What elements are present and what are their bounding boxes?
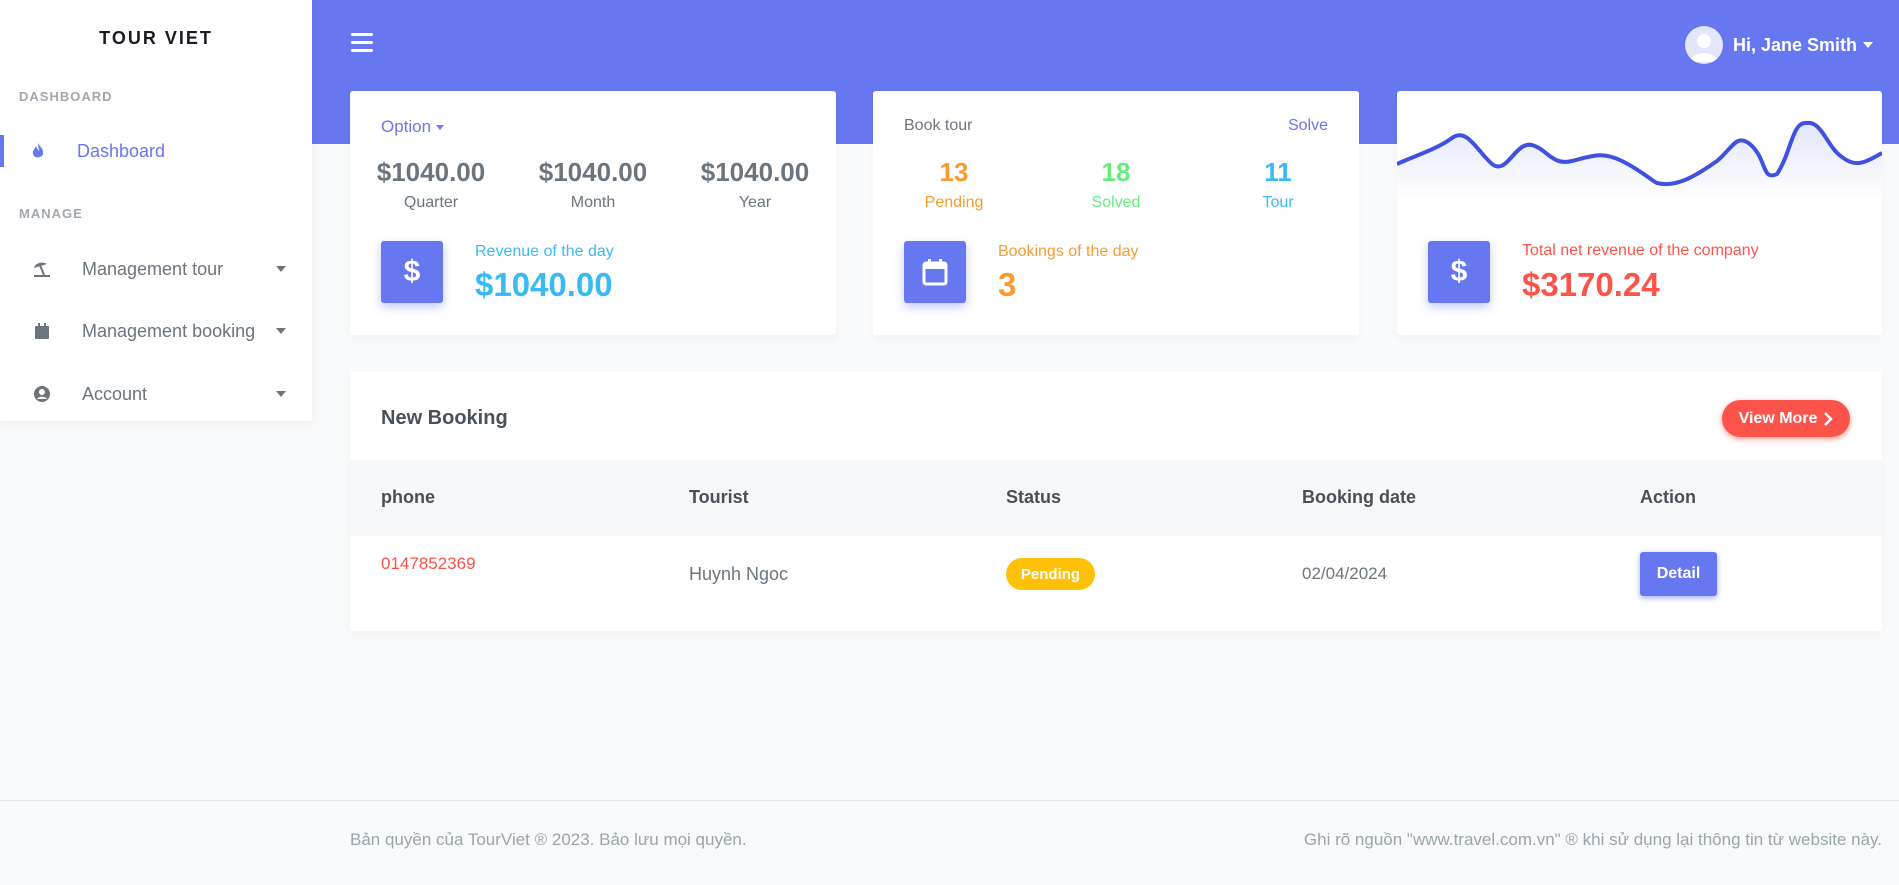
column-header-tourist: Tourist	[689, 487, 749, 507]
table-header: phone Tourist Status Booking date Action	[350, 460, 1882, 536]
stat-tour-label: Tour	[1262, 194, 1294, 211]
sidebar-item-label: Management tour	[82, 258, 224, 279]
solve-link[interactable]: Solve	[1288, 117, 1328, 135]
booking-card: Book tour Solve 13 Pending 18 Solved 11 …	[873, 91, 1359, 335]
user-circle-icon	[32, 384, 52, 404]
sparkline	[1397, 121, 1882, 201]
column-header-phone: phone	[381, 487, 435, 507]
cell-tourist: Huynh Ngoc	[689, 564, 789, 584]
view-more-label: View More	[1738, 409, 1818, 427]
sidebar-item-label: Dashboard	[77, 140, 166, 161]
stat-tour-value: 11	[1264, 157, 1292, 187]
footer: Bản quyền của TourViet ® 2023. Bảo lưu m…	[0, 800, 1899, 885]
revenue-card: Option $1040.00 Quarter $1040.00 Month $…	[350, 91, 836, 335]
avatar	[1684, 26, 1723, 64]
stat-quarter-label: Quarter	[403, 194, 459, 211]
stat-month-label: Month	[570, 194, 616, 211]
status-badge: Pending	[1006, 558, 1095, 590]
chevron-down-icon	[276, 391, 286, 397]
detail-button[interactable]: Detail	[1640, 552, 1717, 596]
footer-copyright: Bản quyền của TourViet ® 2023. Bảo lưu m…	[350, 830, 747, 849]
booking-card-title: Book tour	[904, 117, 973, 134]
beach-umbrella-icon	[32, 259, 52, 279]
menu-header-manage: MANAGE	[19, 206, 83, 221]
chevron-down-icon	[276, 328, 286, 334]
column-header-action: Action	[1640, 487, 1696, 507]
net-revenue-label: Total net revenue of the company	[1522, 242, 1759, 259]
stat-year-label: Year	[738, 194, 772, 211]
bookings-day-label: Bookings of the day	[998, 243, 1139, 260]
new-booking-card: New Booking View More phone Tourist Stat…	[350, 372, 1882, 631]
stat-solved-label: Solved	[1091, 194, 1141, 211]
dollar-icon: $	[1428, 241, 1490, 303]
user-dropdown[interactable]: Hi, Jane Smith	[1684, 26, 1873, 64]
sidebar-item-management-tour[interactable]: Management tour	[0, 249, 312, 289]
active-indicator	[0, 135, 4, 167]
option-label: Option	[381, 117, 432, 136]
stat-pending-label: Pending	[924, 194, 984, 211]
column-header-status: Status	[1006, 487, 1062, 507]
chevron-down-icon	[1863, 42, 1873, 48]
menu-header-dashboard: DASHBOARD	[19, 89, 113, 104]
stat-year-value: $1040.00	[700, 157, 810, 187]
brand-logo[interactable]: TOUR VIET	[0, 28, 312, 49]
view-more-button[interactable]: View More	[1722, 400, 1850, 437]
option-dropdown[interactable]: Option	[381, 117, 445, 137]
chevron-down-icon	[276, 266, 286, 272]
column-header-booking-date: Booking date	[1302, 487, 1417, 507]
fire-icon	[28, 141, 48, 161]
new-booking-title: New Booking	[381, 407, 508, 429]
stat-pending-value: 13	[939, 157, 969, 187]
net-revenue-value: $3170.24	[1522, 266, 1660, 303]
sidebar-item-label: Management booking	[82, 320, 256, 341]
bookings-day-value: 3	[998, 266, 1017, 303]
revenue-day-value: $1040.00	[475, 266, 613, 303]
footer-source-note: Ghi rõ nguồn "www.travel.com.vn" ® khi s…	[1303, 830, 1882, 849]
dollar-icon: $	[381, 241, 443, 303]
menu-toggle-icon[interactable]	[351, 33, 373, 53]
sidebar: TOUR VIET DASHBOARD Dashboard MANAGE Man…	[0, 0, 312, 421]
net-revenue-card: $ Total net revenue of the company $3170…	[1397, 91, 1882, 335]
revenue-day-label: Revenue of the day	[475, 243, 614, 260]
calendar-icon	[904, 241, 966, 303]
calendar-icon	[32, 321, 52, 341]
sidebar-item-label: Account	[82, 383, 148, 404]
stat-solved-value: 18	[1101, 157, 1131, 187]
table-row: 0147852369 Huynh Ngoc Pending 02/04/2024…	[350, 536, 1882, 616]
user-greeting: Hi, Jane Smith	[1732, 34, 1857, 55]
cell-booking-date: 02/04/2024	[1302, 564, 1388, 583]
sidebar-item-account[interactable]: Account	[0, 374, 312, 414]
cell-phone: 0147852369	[381, 554, 476, 573]
stat-month-value: $1040.00	[538, 157, 648, 187]
sidebar-item-dashboard[interactable]: Dashboard	[0, 131, 312, 171]
stat-quarter-value: $1040.00	[376, 157, 486, 187]
chevron-right-icon	[1824, 411, 1834, 426]
chevron-down-icon	[436, 124, 445, 130]
sidebar-item-management-booking[interactable]: Management booking	[0, 311, 312, 351]
